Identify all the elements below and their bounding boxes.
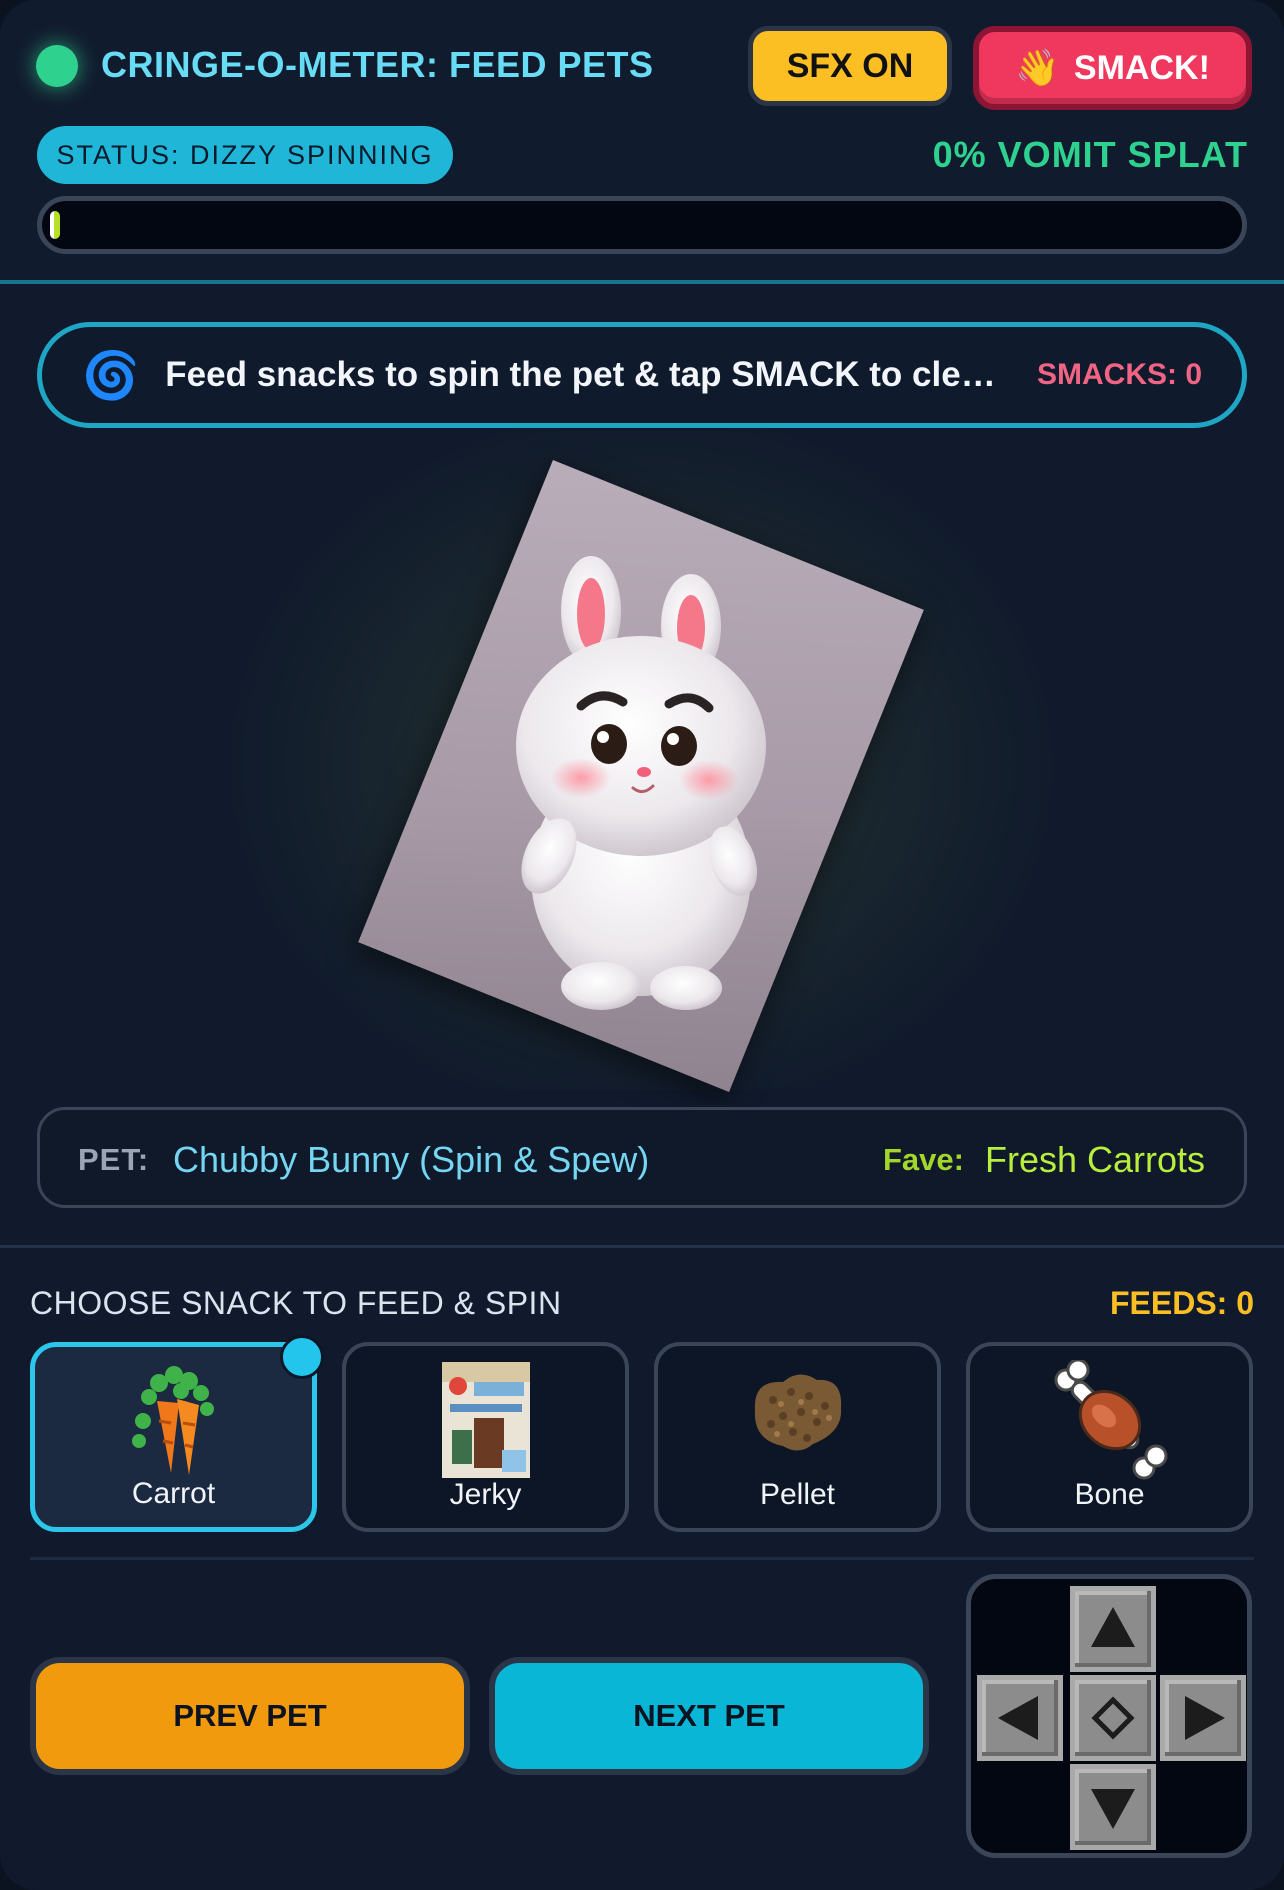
snack-option-carrot[interactable]: Carrot bbox=[30, 1335, 324, 1532]
down-arrow-icon bbox=[1091, 1789, 1135, 1829]
dpad-down-button[interactable] bbox=[1070, 1764, 1156, 1850]
center-diamond-icon bbox=[1091, 1696, 1135, 1740]
pet-name: Chubby Bunny (Spin & Spew) bbox=[173, 1139, 650, 1180]
dpad-left-button[interactable] bbox=[977, 1675, 1063, 1761]
prev-pet-label: PREV PET bbox=[173, 1698, 327, 1733]
dpad-controller bbox=[966, 1574, 1252, 1858]
snack-picker-heading: CHOOSE SNACK TO FEED & SPIN bbox=[30, 1285, 562, 1321]
snack-option-pellet[interactable]: Pellet bbox=[654, 1342, 941, 1532]
header-divider bbox=[0, 280, 1284, 284]
header-bar: CRINGE-O-METER: FEED PETS SFX ON 👋 SMACK… bbox=[0, 0, 1284, 280]
live-indicator-dot bbox=[36, 45, 78, 87]
pet-image-card[interactable] bbox=[358, 460, 924, 1092]
snack-option-bone[interactable]: Bone bbox=[966, 1342, 1253, 1532]
snack-label: Bone bbox=[1074, 1478, 1145, 1511]
vomit-splat-readout: 0% VOMIT SPLAT bbox=[932, 134, 1248, 175]
instruction-banner: 🌀 Feed snacks to spin the pet & tap SMAC… bbox=[37, 322, 1247, 428]
game-app: CRINGE-O-METER: FEED PETS SFX ON 👋 SMACK… bbox=[0, 0, 1284, 1890]
waving-hand-icon: 👋 bbox=[1015, 47, 1060, 88]
selected-indicator-dot bbox=[280, 1335, 324, 1379]
meat-bone-icon bbox=[1054, 1360, 1167, 1480]
dpad-center-button[interactable] bbox=[1070, 1675, 1156, 1761]
bunny-illustration bbox=[516, 556, 766, 1010]
fave-label: Fave: bbox=[883, 1142, 964, 1177]
dpad-up-button[interactable] bbox=[1070, 1586, 1156, 1672]
smack-button[interactable]: 👋 SMACK! bbox=[973, 26, 1252, 110]
dpad-right-button[interactable] bbox=[1160, 1675, 1246, 1761]
next-pet-label: NEXT PET bbox=[633, 1698, 785, 1733]
pet-label: PET: bbox=[78, 1142, 150, 1177]
next-pet-button[interactable]: NEXT PET bbox=[489, 1657, 929, 1775]
pet-stage bbox=[0, 430, 1284, 1092]
right-arrow-icon bbox=[1185, 1696, 1225, 1740]
jerky-pack-icon bbox=[441, 1362, 530, 1478]
carrot-icon bbox=[131, 1366, 214, 1475]
instruction-text: Feed snacks to spin the pet & tap SMACK … bbox=[165, 355, 996, 394]
vomit-meter-track bbox=[37, 196, 1247, 254]
sfx-toggle-button[interactable]: SFX ON bbox=[748, 26, 952, 106]
snack-option-jerky[interactable]: Jerky bbox=[342, 1342, 629, 1532]
status-badge: STATUS: DIZZY SPINNING bbox=[37, 126, 453, 184]
snack-label: Carrot bbox=[131, 1477, 216, 1510]
spiral-icon: 🌀 bbox=[82, 349, 140, 401]
snack-label: Jerky bbox=[449, 1478, 522, 1511]
left-arrow-icon bbox=[998, 1696, 1038, 1740]
sfx-label: SFX ON bbox=[786, 46, 914, 85]
fave-food: Fresh Carrots bbox=[985, 1139, 1206, 1180]
prev-pet-button[interactable]: PREV PET bbox=[30, 1657, 470, 1775]
snack-label: Pellet bbox=[759, 1478, 836, 1511]
controls-divider bbox=[30, 1557, 1254, 1560]
pet-info-panel: PET: Chubby Bunny (Spin & Spew) Fave: Fr… bbox=[37, 1107, 1247, 1208]
feeds-counter: FEEDS: 0 bbox=[1109, 1285, 1254, 1321]
pellet-pile-icon bbox=[754, 1374, 841, 1451]
up-arrow-icon bbox=[1091, 1607, 1135, 1647]
app-title: CRINGE-O-METER: FEED PETS bbox=[101, 44, 654, 85]
section-divider bbox=[0, 1245, 1284, 1248]
smack-counter: SMACKS: 0 bbox=[1036, 358, 1202, 391]
smack-label: SMACK! bbox=[1073, 48, 1210, 87]
vomit-meter-fill bbox=[50, 211, 60, 239]
